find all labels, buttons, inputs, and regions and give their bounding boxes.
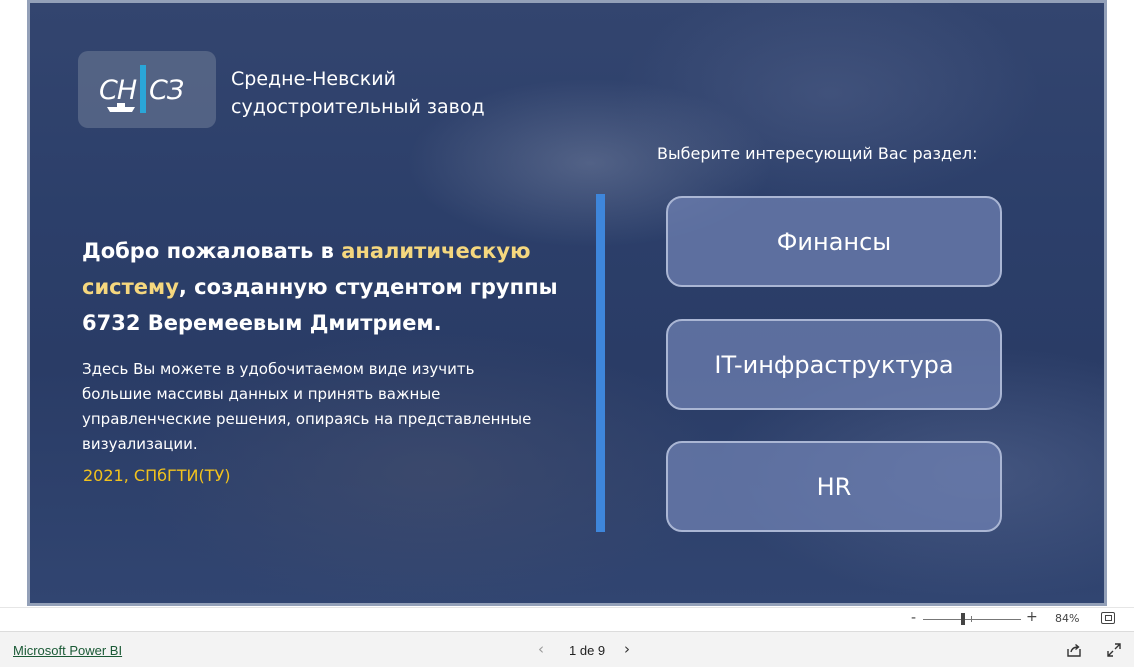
- welcome-text-start: Добро пожаловать в: [82, 239, 342, 263]
- company-name-line2: судостроительный завод: [231, 96, 485, 118]
- zoom-slider-thumb[interactable]: [961, 613, 965, 625]
- hr-button-label: HR: [816, 472, 852, 501]
- fit-to-page-icon[interactable]: [1101, 612, 1115, 624]
- share-icon[interactable]: [1066, 642, 1082, 658]
- company-name-line1: Средне-Невский: [231, 68, 396, 90]
- zoom-slider-track[interactable]: [923, 619, 1021, 620]
- section-prompt: Выберите интересующий Вас раздел:: [657, 144, 978, 163]
- year-label: 2021, СПбГТИ(ТУ): [83, 466, 231, 485]
- hr-button[interactable]: HR: [666, 441, 1002, 532]
- description-text: Здесь Вы можете в удобочитаемом виде изу…: [82, 360, 532, 453]
- finance-button-label: Финансы: [776, 227, 892, 256]
- it-infrastructure-button-label: IT-инфраструктура: [714, 350, 954, 379]
- finance-button[interactable]: Финансы: [666, 196, 1002, 287]
- ship-logo-icon: СН СЗ: [99, 65, 185, 113]
- zoom-level: 84%: [1055, 612, 1080, 625]
- footer-bar: Microsoft Power BI ‹ 1 de 9 ›: [0, 631, 1134, 667]
- zoom-bar: - + 84%: [0, 607, 1134, 631]
- svg-text:СЗ: СЗ: [149, 75, 184, 106]
- welcome-page: СН СЗ Средне-Невский судостроительный за…: [30, 3, 1104, 603]
- svg-text:СН: СН: [99, 75, 137, 106]
- report-canvas: СН СЗ Средне-Невский судостроительный за…: [27, 0, 1107, 606]
- company-name: Средне-Невский судостроительный завод: [231, 65, 531, 121]
- previous-page-button[interactable]: ‹: [538, 640, 544, 658]
- zoom-slider-tick: [971, 616, 972, 622]
- vertical-divider: [596, 194, 605, 532]
- power-bi-link[interactable]: Microsoft Power BI: [13, 643, 122, 658]
- zoom-out-button[interactable]: -: [911, 610, 916, 626]
- welcome-heading: Добро пожаловать в аналитическую систему…: [82, 233, 572, 341]
- zoom-in-button[interactable]: +: [1026, 609, 1038, 625]
- next-page-button[interactable]: ›: [624, 640, 630, 658]
- company-logo: СН СЗ: [78, 51, 216, 128]
- it-infrastructure-button[interactable]: IT-инфраструктура: [666, 319, 1002, 410]
- fullscreen-icon[interactable]: [1106, 642, 1122, 658]
- page-indicator: 1 de 9: [569, 643, 606, 658]
